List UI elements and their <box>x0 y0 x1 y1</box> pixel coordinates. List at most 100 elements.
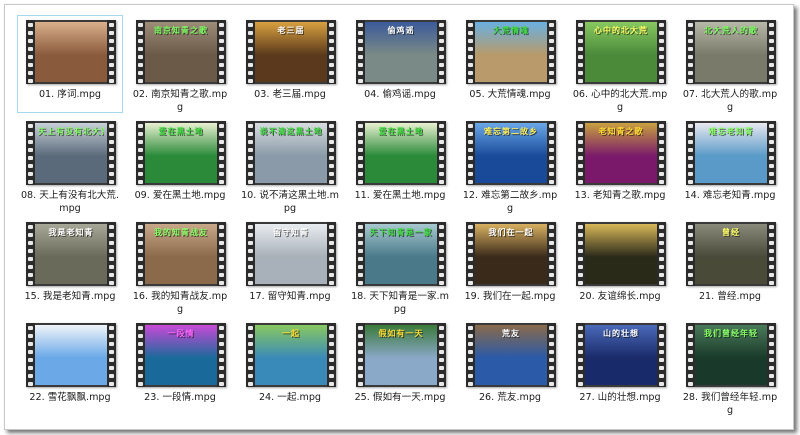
video-frame-preview: 难忘老知青 <box>695 123 767 183</box>
video-frame-preview: 曾经 <box>695 224 767 284</box>
film-strip-sprocket-icon <box>547 323 556 387</box>
video-thumbnail <box>576 222 666 286</box>
film-strip-sprocket-icon <box>437 222 446 286</box>
thumbnail-title-text: 偷鸡谣 <box>387 26 415 35</box>
video-frame-preview: 我的知青战友 <box>145 224 217 284</box>
film-strip-sprocket-icon <box>437 323 446 387</box>
film-strip-sprocket-icon <box>547 20 556 84</box>
film-strip-sprocket-icon <box>547 121 556 185</box>
video-file-item[interactable]: 南京知青之歌 02. 南京知青之歌.mpg <box>127 15 233 113</box>
file-name-label: 23. 一段情.mpg <box>144 392 216 403</box>
video-thumbnail: 一起 <box>246 323 336 387</box>
file-name-label: 03. 老三届.mpg <box>254 89 326 100</box>
film-strip-sprocket-icon <box>217 121 226 185</box>
video-file-item[interactable]: 我们在一起 19. 我们在一起.mpg <box>457 217 563 315</box>
film-strip-sprocket-icon <box>107 121 116 185</box>
thumbnail-title-text: 南京知青之歌 <box>154 26 208 35</box>
video-file-item[interactable]: 山的壮想 27. 山的壮想.mpg <box>567 318 673 416</box>
film-strip-sprocket-icon <box>437 20 446 84</box>
video-thumbnail: 老三届 <box>246 20 336 84</box>
video-file-item[interactable]: 说不清这黑土地 10. 说不清这黑土地.mpg <box>237 116 343 214</box>
video-file-item[interactable]: 我是老知青 15. 我是老知青.mpg <box>17 217 123 315</box>
file-name-label: 06. 心中的北大荒.mpg <box>572 89 668 113</box>
file-name-label: 14. 难忘老知青.mpg <box>684 190 776 201</box>
video-file-item[interactable]: 我们曾经年轻 28. 我们曾经年轻.mpg <box>677 318 783 416</box>
video-frame-preview: 我是老知青 <box>35 224 107 284</box>
film-strip-sprocket-icon <box>26 121 35 185</box>
video-file-item[interactable]: 天上有没有北大荒 08. 天上有没有北大荒.mpg <box>17 116 123 214</box>
video-frame-preview: 天下知青是一家 <box>365 224 437 284</box>
video-frame-preview: 留守知青 <box>255 224 327 284</box>
thumbnail-title-text: 假如有一天 <box>378 329 424 338</box>
video-file-item[interactable]: 我的知青战友 16. 我的知青战友.mpg <box>127 217 233 315</box>
file-name-label: 27. 山的壮想.mpg <box>579 392 661 403</box>
film-strip-sprocket-icon <box>107 20 116 84</box>
file-name-label: 24. 一起.mpg <box>258 392 322 403</box>
film-strip-sprocket-icon <box>356 121 365 185</box>
video-file-item[interactable]: 天下知青是一家 18. 天下知青是一家.mpg <box>347 217 453 315</box>
film-strip-sprocket-icon <box>657 323 666 387</box>
video-file-item[interactable]: 曾经 21. 曾经.mpg <box>677 217 783 315</box>
video-thumbnail: 难忘第二故乡 <box>466 121 556 185</box>
thumbnail-title-text: 我们曾经年轻 <box>704 329 758 338</box>
video-thumbnail: 老知青之歌 <box>576 121 666 185</box>
video-file-item[interactable]: 荒友 26. 荒友.mpg <box>457 318 563 416</box>
video-file-item[interactable]: 爱在黑土地 09. 爱在黑土地.mpg <box>127 116 233 214</box>
film-strip-sprocket-icon <box>437 121 446 185</box>
file-name-label: 26. 荒友.mpg <box>478 392 542 403</box>
video-file-item[interactable]: 偷鸡谣 04. 偷鸡谣.mpg <box>347 15 453 113</box>
thumbnail-title-text: 难忘第二故乡 <box>484 127 538 136</box>
video-frame-preview <box>35 325 107 385</box>
film-strip-sprocket-icon <box>657 20 666 84</box>
file-name-label: 18. 天下知青是一家.mpg <box>351 291 449 315</box>
video-frame-preview: 说不清这黑土地 <box>255 123 327 183</box>
film-strip-sprocket-icon <box>356 222 365 286</box>
video-thumbnail: 天上有没有北大荒 <box>26 121 116 185</box>
thumbnail-title-text: 北大荒人的歌 <box>704 26 758 35</box>
thumbnail-title-text: 天下知青是一家 <box>369 228 433 237</box>
video-file-item[interactable]: 大荒情魂 05. 大荒情魂.mpg <box>457 15 563 113</box>
film-strip-sprocket-icon <box>246 222 255 286</box>
thumbnail-title-text: 我的知青战友 <box>154 228 208 237</box>
video-file-item[interactable]: 22. 雪花飘飘.mpg <box>17 318 123 416</box>
video-frame-preview: 爱在黑土地 <box>365 123 437 183</box>
video-file-item[interactable]: 老知青之歌 13. 老知青之歌.mpg <box>567 116 673 214</box>
film-strip-sprocket-icon <box>107 222 116 286</box>
file-name-label: 28. 我们曾经年轻.mpg <box>682 392 778 416</box>
video-thumbnail: 天下知青是一家 <box>356 222 446 286</box>
video-file-item[interactable]: 老三届 03. 老三届.mpg <box>237 15 343 113</box>
video-file-item[interactable]: 20. 友谊绵长.mpg <box>567 217 673 315</box>
video-thumbnail: 南京知青之歌 <box>136 20 226 84</box>
video-thumbnail: 偷鸡谣 <box>356 20 446 84</box>
video-file-item[interactable]: 留守知青 17. 留守知青.mpg <box>237 217 343 315</box>
film-strip-sprocket-icon <box>576 121 585 185</box>
video-frame-preview: 难忘第二故乡 <box>475 123 547 183</box>
video-file-item[interactable]: 难忘老知青 14. 难忘老知青.mpg <box>677 116 783 214</box>
video-file-item[interactable]: 北大荒人的歌 07. 北大荒人的歌.mpg <box>677 15 783 113</box>
video-file-item[interactable]: 心中的北大荒 06. 心中的北大荒.mpg <box>567 15 673 113</box>
video-thumbnail: 山的壮想 <box>576 323 666 387</box>
video-file-item[interactable]: 一段情 23. 一段情.mpg <box>127 318 233 416</box>
thumbnail-title-text: 爱在黑土地 <box>378 127 424 136</box>
video-thumbnail: 留守知青 <box>246 222 336 286</box>
video-file-item[interactable]: 难忘第二故乡 12. 难忘第二故乡.mpg <box>457 116 563 214</box>
video-frame-preview: 荒友 <box>475 325 547 385</box>
video-thumbnail: 一段情 <box>136 323 226 387</box>
file-name-label: 12. 难忘第二故乡.mpg <box>462 190 558 214</box>
video-file-item[interactable]: 假如有一天 25. 假如有一天.mpg <box>347 318 453 416</box>
video-frame-preview: 偷鸡谣 <box>365 22 437 82</box>
video-thumbnail: 我们在一起 <box>466 222 556 286</box>
film-strip-sprocket-icon <box>767 121 776 185</box>
video-file-item[interactable]: 一起 24. 一起.mpg <box>237 318 343 416</box>
film-strip-sprocket-icon <box>26 20 35 84</box>
film-strip-sprocket-icon <box>356 20 365 84</box>
film-strip-sprocket-icon <box>686 121 695 185</box>
film-strip-sprocket-icon <box>767 222 776 286</box>
video-file-item[interactable]: 爱在黑土地 11. 爱在黑土地.mpg <box>347 116 453 214</box>
video-file-item[interactable]: 01. 序词.mpg <box>17 15 123 113</box>
file-name-label: 17. 留守知青.mpg <box>249 291 331 302</box>
thumbnail-title-text: 留守知青 <box>273 228 309 237</box>
thumbnail-title-text: 老知青之歌 <box>598 127 644 136</box>
video-frame-preview <box>585 224 657 284</box>
thumbnail-title-text: 山的壮想 <box>603 329 639 338</box>
